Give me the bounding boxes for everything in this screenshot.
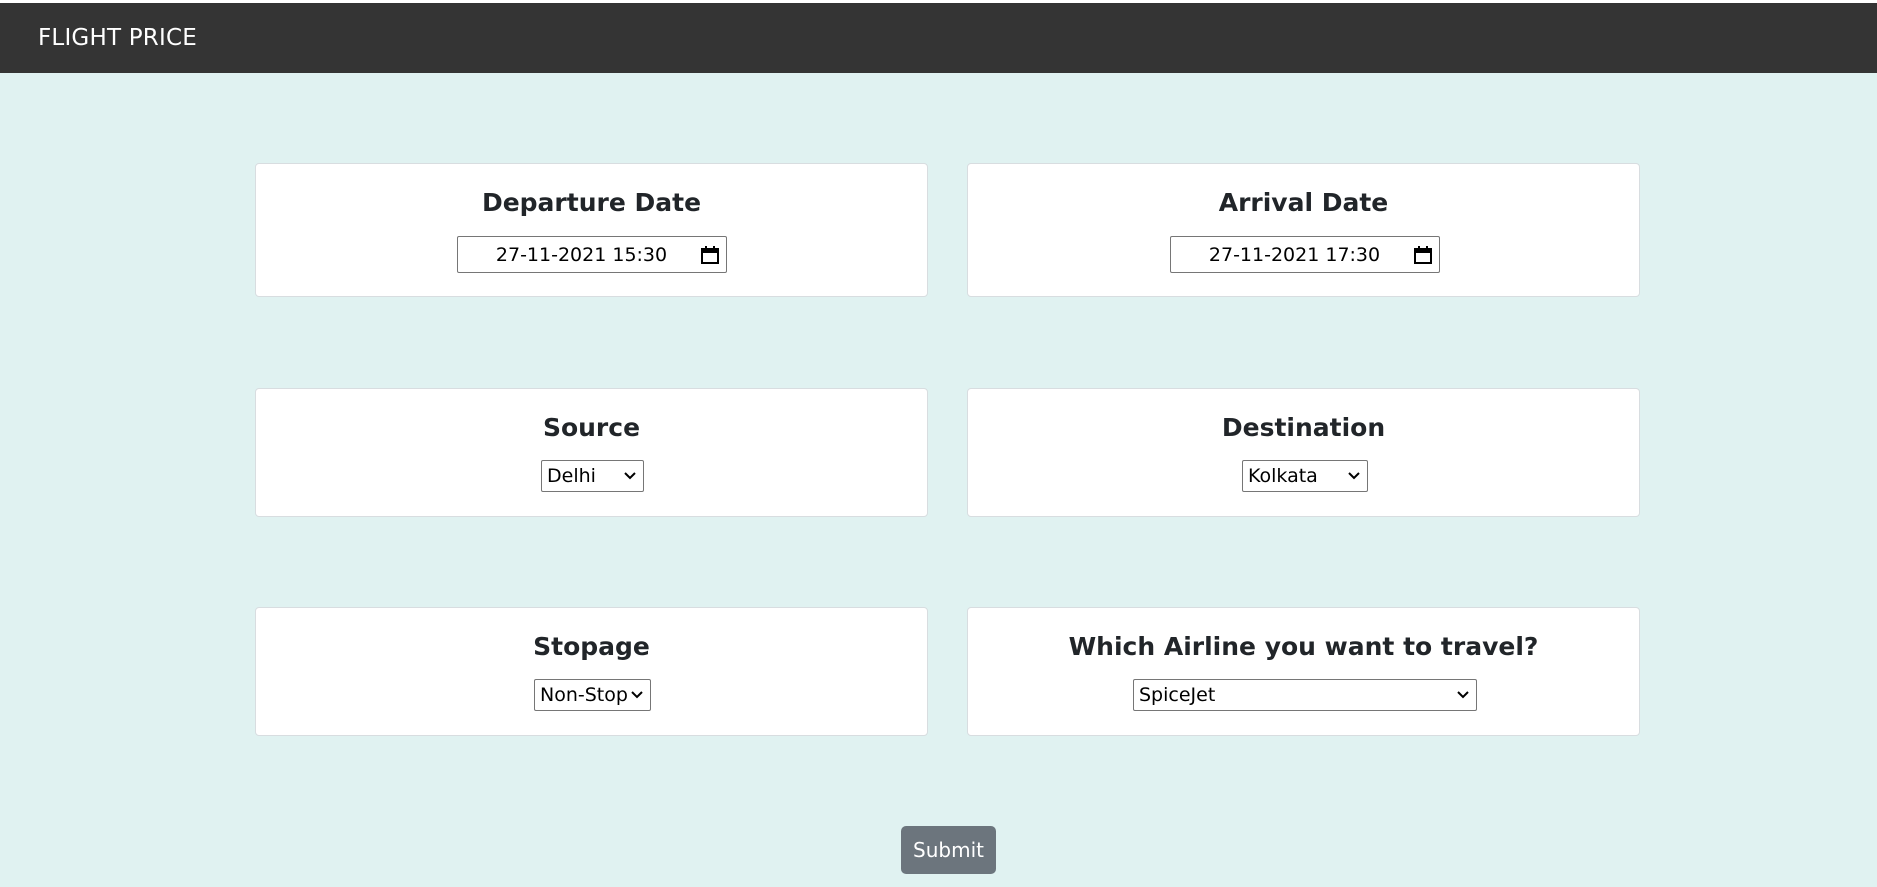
arrival-date-card: Arrival Date 27-11-2021 17:30 [967,163,1640,297]
page: FLIGHT PRICE Departure Date 27-11-2021 1… [0,0,1877,887]
departure-date-card: Departure Date 27-11-2021 15:30 [255,163,928,297]
source-selected-value: Delhi [547,465,596,487]
source-label: Source [542,413,641,442]
airline-selected-value: SpiceJet [1139,684,1216,706]
brand-title[interactable]: FLIGHT PRICE [38,25,197,51]
chevron-down-icon [1457,691,1469,699]
departure-date-input[interactable]: 27-11-2021 15:30 [457,236,727,273]
chevron-down-icon [631,691,643,699]
destination-selected-value: Kolkata [1248,465,1318,487]
stopage-label: Stopage [533,632,650,661]
airline-card: Which Airline you want to travel? SpiceJ… [967,607,1640,736]
top-navbar: FLIGHT PRICE [0,3,1877,73]
submit-button[interactable]: Submit [901,826,996,874]
arrival-date-input[interactable]: 27-11-2021 17:30 [1170,236,1440,273]
stopage-card: Stopage Non-Stop [255,607,928,736]
source-select[interactable]: Delhi [541,460,644,492]
departure-date-value: 27-11-2021 15:30 [495,243,668,266]
stopage-select[interactable]: Non-Stop [534,679,651,711]
arrival-date-label: Arrival Date [1218,188,1389,217]
airline-label: Which Airline you want to travel? [1068,632,1539,661]
destination-select[interactable]: Kolkata [1242,460,1368,492]
destination-label: Destination [1221,413,1386,442]
departure-date-label: Departure Date [481,188,702,217]
source-card: Source Delhi [255,388,928,517]
airline-select[interactable]: SpiceJet [1133,679,1477,711]
chevron-down-icon [624,472,636,480]
calendar-icon[interactable] [1413,245,1433,265]
calendar-icon[interactable] [700,245,720,265]
arrival-date-value: 27-11-2021 17:30 [1208,243,1381,266]
destination-card: Destination Kolkata [967,388,1640,517]
stopage-selected-value: Non-Stop [540,684,628,706]
chevron-down-icon [1348,472,1360,480]
main-content: Departure Date 27-11-2021 15:30 Arrival … [0,73,1877,887]
